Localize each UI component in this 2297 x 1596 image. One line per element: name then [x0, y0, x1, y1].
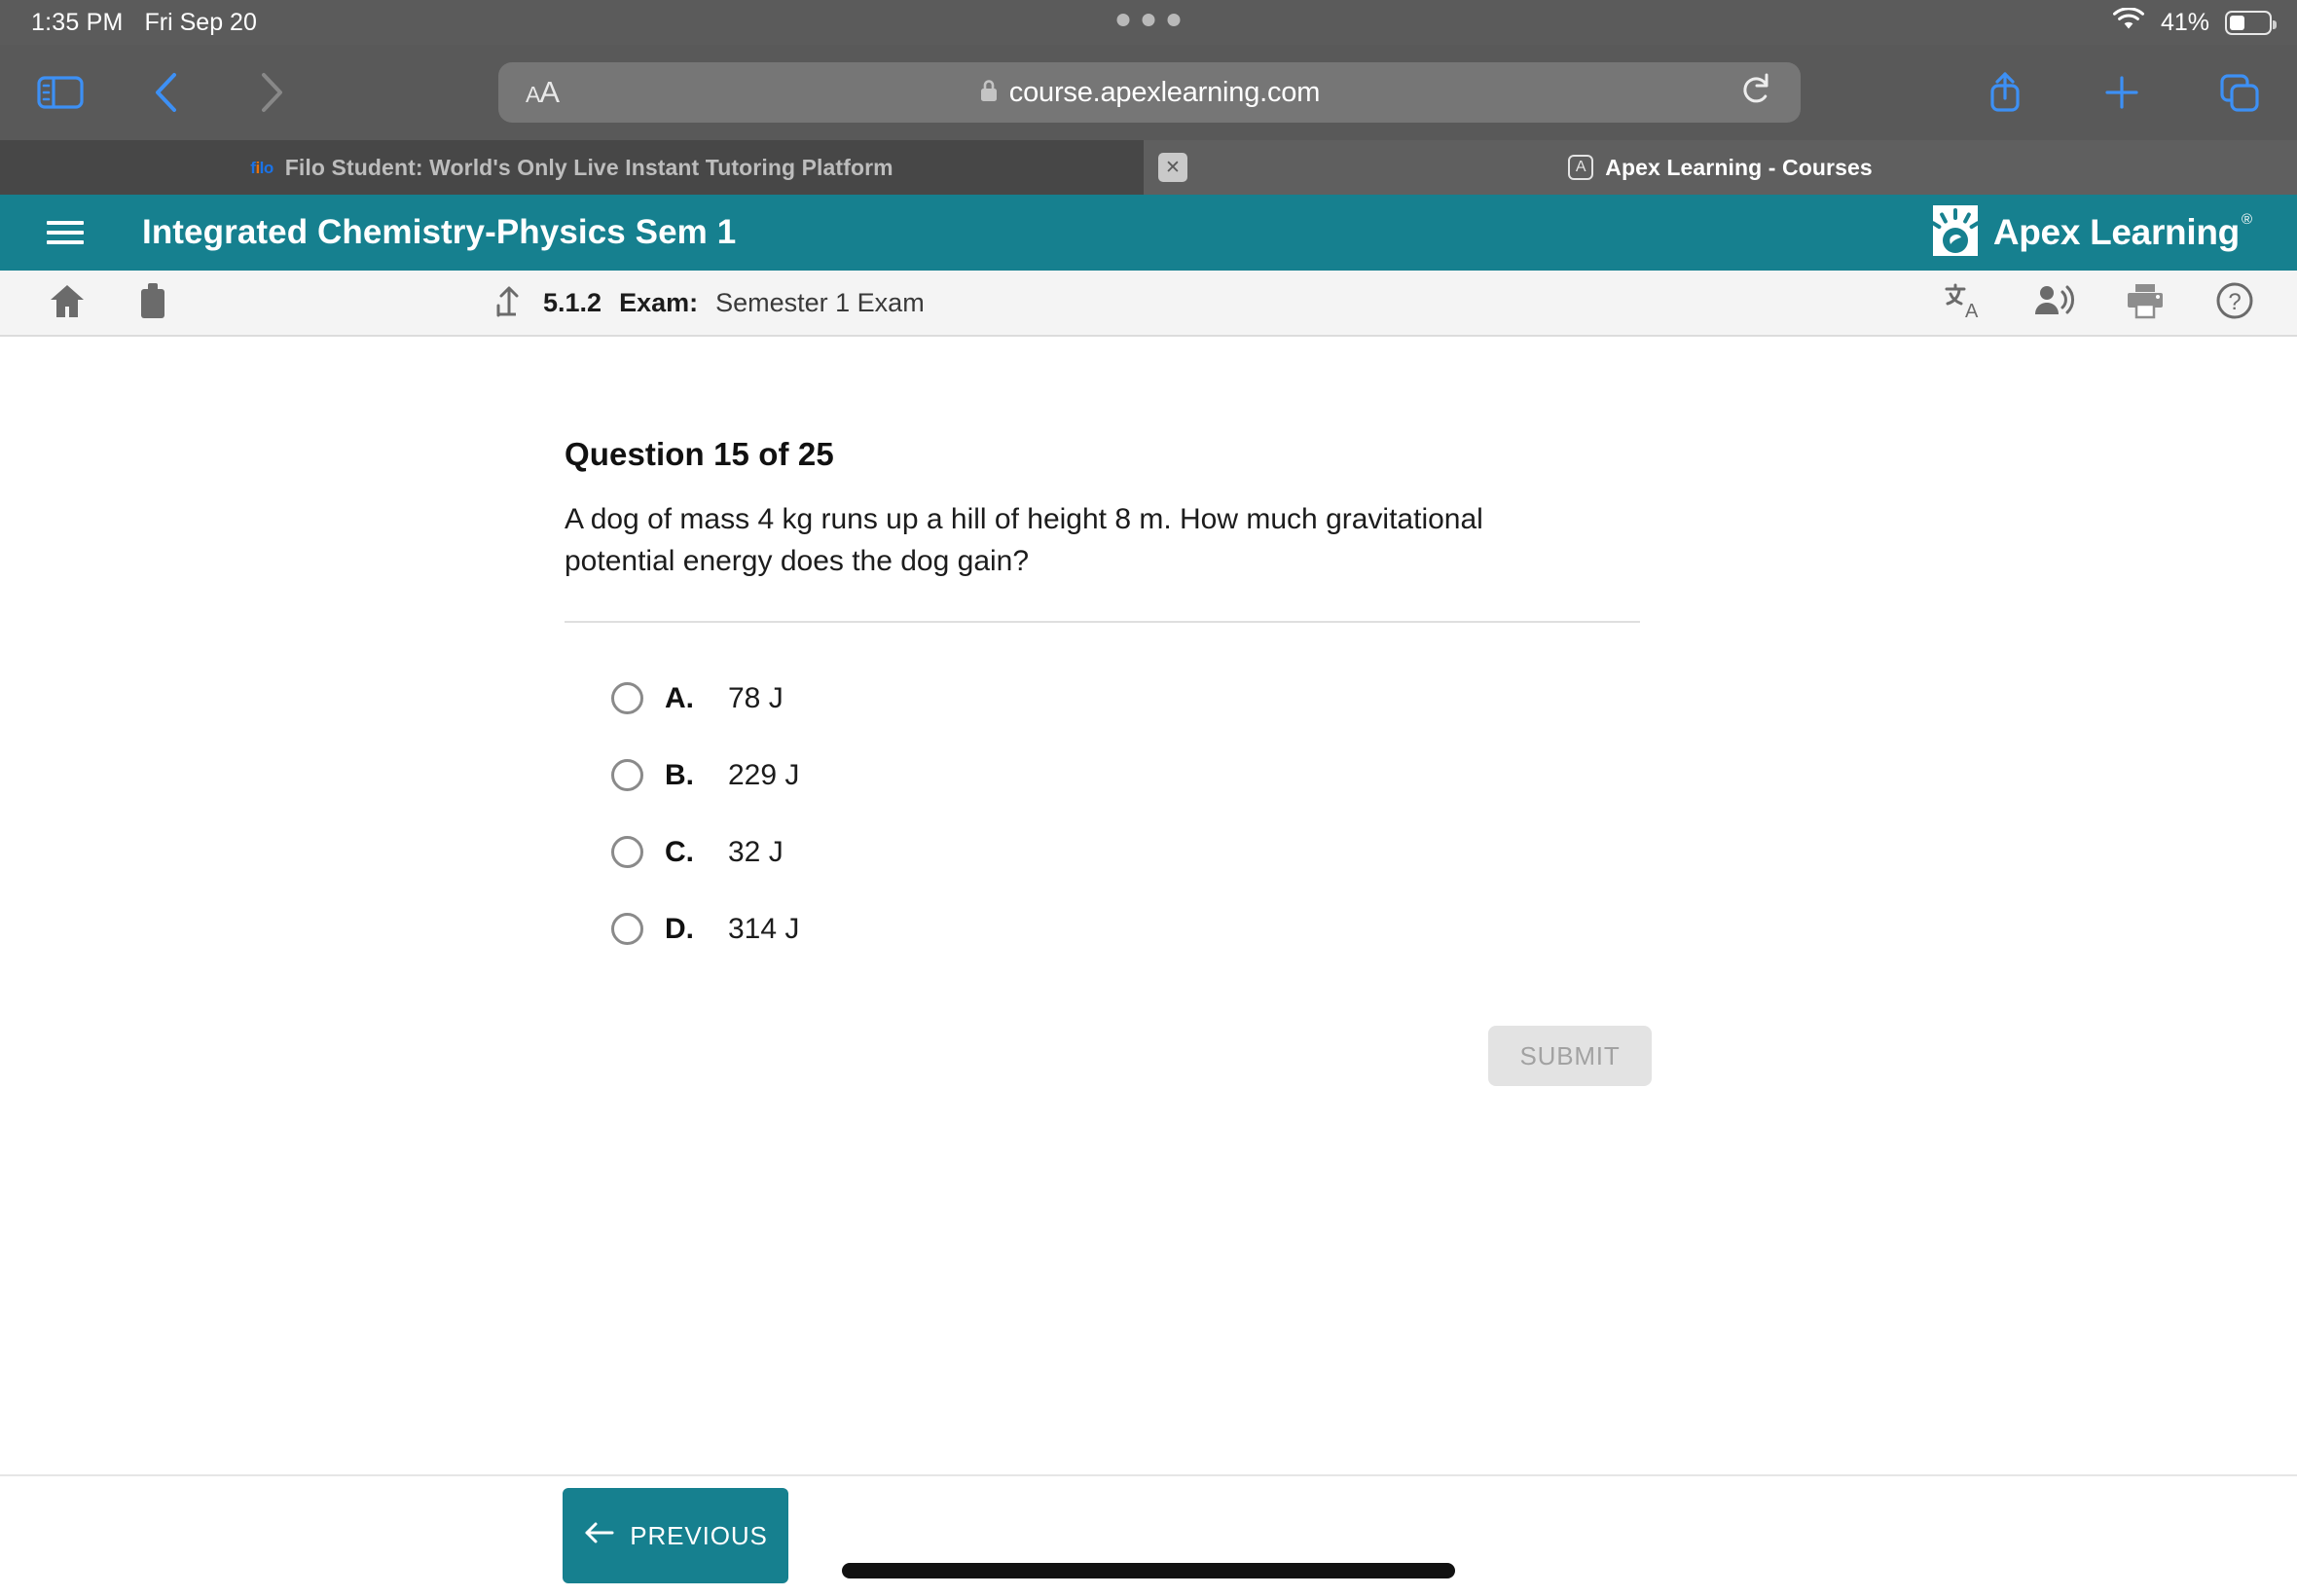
brand-registered-mark: ®: [2241, 210, 2252, 228]
apex-lightbulb-logo-icon: [1929, 203, 1982, 263]
activity-number: 5.1.2: [543, 287, 602, 317]
main-content: Question 15 of 25 A dog of mass 4 kg run…: [0, 339, 2297, 1596]
share-icon[interactable]: [1984, 68, 2026, 117]
answer-options: A. 78 J B. 229 J C. 32 J D. 314 J: [565, 660, 1640, 967]
lock-icon: [979, 78, 999, 108]
arrow-left-icon: [583, 1520, 616, 1552]
app-header: Integrated Chemistry-Physics Sem 1 Apex …: [0, 195, 2297, 271]
option-a[interactable]: A. 78 J: [565, 660, 1640, 737]
chevron-right-icon: [256, 70, 287, 115]
tab-title: Apex Learning - Courses: [1605, 154, 1873, 180]
tab-title: Filo Student: World's Only Live Instant …: [284, 154, 893, 180]
status-time: 1:35 PM: [31, 8, 124, 36]
activity-toolbar-right: A ?: [1943, 279, 2256, 327]
status-date: Fri Sep 20: [144, 8, 257, 36]
radio-button[interactable]: [611, 836, 643, 869]
activity-toolbar-left: [47, 280, 171, 326]
submit-row: SUBMIT: [565, 1026, 1652, 1087]
status-bar-right: 41%: [2112, 7, 2277, 37]
hamburger-menu-icon[interactable]: [47, 221, 84, 244]
brand-name: Apex Learning: [1992, 212, 2240, 252]
breadcrumb: 5.1.2 Exam: Semester 1 Exam: [492, 282, 925, 324]
url-center: course.apexlearning.com: [498, 77, 1801, 109]
tab-strip: filo Filo Student: World's Only Live Ins…: [0, 140, 2297, 195]
tab-filo[interactable]: filo Filo Student: World's Only Live Ins…: [0, 140, 1144, 195]
option-text: 229 J: [728, 758, 800, 791]
activity-type: Exam:: [619, 287, 699, 317]
status-bar: 1:35 PM Fri Sep 20 41%: [0, 0, 2297, 45]
briefcase-icon[interactable]: [134, 280, 171, 326]
reload-icon[interactable]: [1740, 72, 1773, 114]
help-icon[interactable]: ?: [2213, 279, 2256, 327]
multitask-dots[interactable]: [1116, 14, 1181, 26]
url-bar[interactable]: AAAA course.apexlearning.com: [498, 62, 1801, 123]
tabs-icon[interactable]: [2217, 70, 2262, 115]
read-aloud-icon[interactable]: [2032, 281, 2077, 325]
url-text: course.apexlearning.com: [1008, 76, 1321, 108]
plus-icon[interactable]: [2100, 71, 2143, 114]
option-d[interactable]: D. 314 J: [565, 890, 1640, 967]
sidebar-toggle-icon[interactable]: [37, 73, 84, 112]
svg-text:A: A: [1965, 301, 1979, 321]
previous-button[interactable]: PREVIOUS: [563, 1488, 788, 1583]
translate-icon[interactable]: A: [1943, 280, 1986, 326]
submit-button[interactable]: SUBMIT: [1488, 1026, 1652, 1087]
activity-toolbar: 5.1.2 Exam: Semester 1 Exam A ?: [0, 271, 2297, 337]
status-bar-left: 1:35 PM Fri Sep 20: [31, 9, 257, 37]
print-icon[interactable]: [2124, 281, 2167, 325]
wifi-icon: [2112, 7, 2145, 37]
option-text: 314 J: [728, 912, 800, 945]
question-heading: Question 15 of 25: [565, 436, 834, 472]
chevron-left-icon[interactable]: [151, 70, 182, 115]
question-text: A dog of mass 4 kg runs up a hill of hei…: [565, 503, 1483, 577]
option-letter: B.: [665, 758, 694, 791]
svg-text:?: ?: [2228, 289, 2241, 315]
divider: [565, 621, 1640, 624]
footer-bar: PREVIOUS: [0, 1474, 2297, 1596]
radio-button[interactable]: [611, 913, 643, 946]
option-b[interactable]: B. 229 J: [565, 737, 1640, 814]
option-letter: D.: [665, 912, 694, 945]
question-card: Question 15 of 25 A dog of mass 4 kg run…: [565, 436, 1652, 1087]
radio-button[interactable]: [611, 682, 643, 715]
ipad-safari-screen: 1:35 PM Fri Sep 20 41% AAAA: [0, 0, 2297, 1596]
tab-apex-learning[interactable]: A Apex Learning - Courses: [1144, 140, 2297, 195]
filo-favicon-icon: filo: [250, 159, 273, 177]
apex-logo: Apex Learning ®: [1929, 203, 2262, 263]
previous-label: PREVIOUS: [630, 1520, 768, 1550]
option-text: 32 J: [728, 835, 784, 868]
option-letter: C.: [665, 835, 694, 868]
apex-favicon-icon: A: [1568, 155, 1594, 180]
home-icon[interactable]: [47, 281, 88, 325]
battery-percent: 41%: [2160, 8, 2209, 36]
toolbar-actions: [1984, 68, 2262, 117]
page-title: Integrated Chemistry-Physics Sem 1: [142, 213, 737, 251]
option-c[interactable]: C. 32 J: [565, 814, 1640, 890]
option-text: 78 J: [728, 681, 784, 714]
activity-name: Semester 1 Exam: [715, 287, 925, 317]
radio-button[interactable]: [611, 759, 643, 792]
home-indicator[interactable]: [842, 1563, 1455, 1578]
browser-toolbar: AAAA course.apexlearning.com: [0, 45, 2297, 140]
option-letter: A.: [665, 681, 694, 714]
battery-icon: [2225, 10, 2277, 35]
up-arrow-icon[interactable]: [492, 282, 526, 324]
close-icon[interactable]: ✕: [1158, 153, 1187, 182]
